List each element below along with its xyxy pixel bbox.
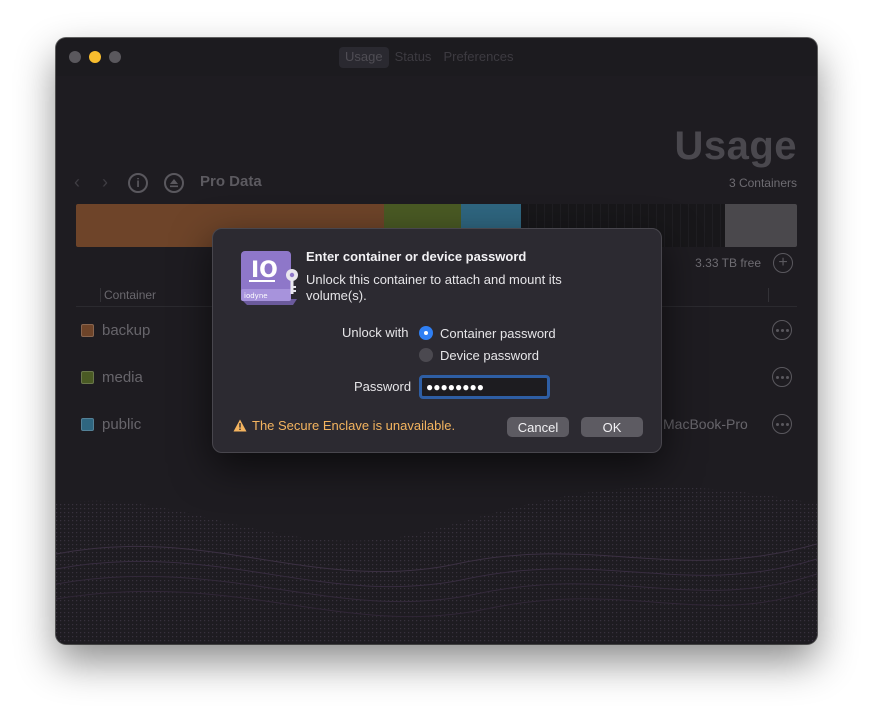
tab-usage[interactable]: Usage — [339, 47, 389, 68]
view-tabs: Usage Status Preferences — [339, 47, 520, 68]
container-host: MacBook-Pro — [663, 416, 748, 432]
container-color-swatch — [81, 324, 94, 337]
container-color-swatch — [81, 418, 94, 431]
container-name: public — [102, 416, 142, 433]
password-field[interactable]: ●●●●●●●● — [419, 375, 550, 399]
tab-status[interactable]: Status — [389, 47, 438, 68]
volume-name: Pro Data — [200, 173, 262, 190]
container-color-swatch — [81, 371, 94, 384]
radio-label[interactable]: Device password — [440, 348, 539, 363]
radio-unselected-icon[interactable] — [419, 348, 433, 362]
cancel-button[interactable]: Cancel — [507, 417, 569, 437]
password-label: Password — [354, 379, 412, 394]
more-options-icon[interactable] — [772, 367, 792, 387]
container-name: media — [102, 369, 143, 386]
radio-container-password[interactable]: Container password — [419, 324, 556, 342]
radio-device-password[interactable]: Device password — [419, 346, 539, 364]
radio-label[interactable]: Container password — [440, 326, 556, 341]
icon-brand: iodyne — [244, 292, 268, 300]
ok-button[interactable]: OK — [581, 417, 643, 437]
password-dialog: IO iodyne Enter container or device pass… — [212, 228, 662, 453]
usage-segment-other — [724, 204, 797, 247]
dialog-title: Enter container or device password — [306, 249, 527, 264]
minimize-window-button[interactable] — [89, 51, 101, 63]
more-options-icon[interactable] — [772, 414, 792, 434]
tab-preferences[interactable]: Preferences — [437, 47, 519, 68]
close-window-button[interactable] — [69, 51, 81, 63]
eject-icon[interactable] — [164, 173, 184, 193]
password-value: ●●●●●●●● — [426, 380, 484, 394]
forward-chevron-icon[interactable]: › — [102, 172, 108, 193]
info-icon[interactable]: i — [128, 173, 148, 193]
background-wave-pattern — [56, 487, 817, 644]
column-divider — [768, 288, 769, 302]
unlock-with-label: Unlock with — [342, 325, 409, 340]
column-header-container[interactable]: Container — [104, 288, 156, 302]
radio-selected-icon[interactable] — [419, 326, 433, 340]
column-divider — [100, 288, 101, 302]
warning-icon — [233, 419, 247, 432]
free-space-label: 3.33 TB free — [695, 256, 761, 270]
title-bar: Usage Status Preferences — [56, 38, 817, 76]
iodyne-drive-icon: IO iodyne — [241, 251, 298, 305]
page-title: Usage — [674, 124, 797, 168]
zoom-window-button[interactable] — [109, 51, 121, 63]
warning-message: The Secure Enclave is unavailable. — [252, 418, 456, 433]
more-options-icon[interactable] — [772, 320, 792, 340]
dialog-message: Unlock this container to attach and moun… — [306, 272, 562, 303]
add-container-icon[interactable]: + — [773, 253, 793, 273]
container-count: 3 Containers — [728, 176, 797, 190]
container-name: backup — [102, 322, 151, 339]
icon-text: IO — [251, 258, 278, 283]
back-chevron-icon[interactable]: ‹ — [74, 172, 80, 193]
